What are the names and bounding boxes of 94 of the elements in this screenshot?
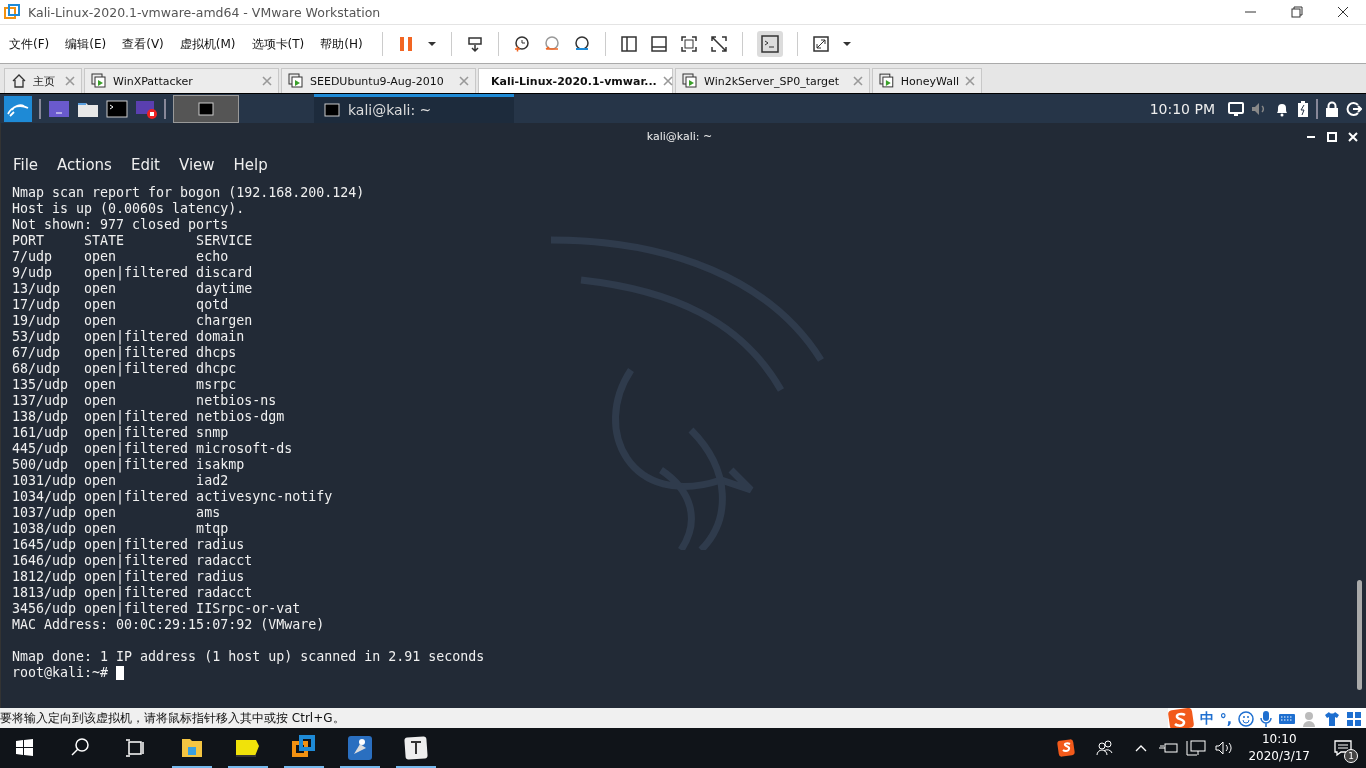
window-title: Kali-Linux-2020.1-vmware-amd64 - VMware Workstation [28,4,381,20]
tab[interactable]: HoneyWall [872,68,982,93]
menu-item[interactable]: 文件(F) [6,33,53,55]
unity-icon[interactable] [709,35,728,53]
terminal-icon [198,101,214,116]
terminal-icon[interactable] [756,31,783,57]
terminal-line: 7/udp open echo [12,249,230,265]
terminal-line: 1645/udp open|filtered radius [12,537,246,553]
revert-snapshot-icon[interactable] [542,35,561,53]
send-keys-icon[interactable] [465,35,484,53]
terminal-line: 53/udp open|filtered domain [12,329,246,345]
terminal-line: 445/udp open|filtered microsoft-ds [12,441,294,457]
vm-icon [91,73,107,89]
taskbar-window-button[interactable]: kali@kali: ~ [314,93,514,124]
terminal-line: 3456/udp open|filtered IISrpc-or-vat [12,601,302,617]
vm-icon [879,73,895,89]
terminal-prompt: root@kali:~# [12,665,109,681]
terminal-line: 67/udp open|filtered dhcps [12,345,238,361]
clock-date: 2020/3/17 [1248,748,1310,765]
status-message: 要将输入定向到该虚拟机，请将鼠标指针移入其中或按 Ctrl+G。 [0,709,345,727]
terminal-line: 1031/udp open iad2 [12,473,230,489]
app-logo-icon [4,4,20,20]
menu-item[interactable]: Actions [57,156,112,174]
ime-button[interactable]: °, [1219,711,1232,727]
menu-item[interactable]: File [13,156,39,174]
terminal-line: 1646/udp open|filtered radacct [12,553,254,569]
menu-item[interactable]: Edit [130,156,160,174]
tab[interactable]: Kali-Linux-2020.1-vmwar... [478,68,673,93]
stretch-icon[interactable] [811,35,830,53]
maximize-icon[interactable] [1327,131,1337,142]
logout-icon[interactable] [1346,100,1362,117]
window-title: kali@kali: ~ [646,130,713,143]
terminal-icon [324,103,340,117]
terminal-line: 161/udp open|filtered snmp [12,425,230,441]
clock-time: 10:10 [1261,731,1297,748]
battery-icon[interactable] [1297,100,1309,117]
tab[interactable]: SEEDUbuntu9-Aug-2010 [281,68,476,93]
terminal-line: 135/udp open msrpc [12,377,238,393]
terminal-line: 9/udp open|filtered discard [12,265,254,281]
terminal-line: MAC Address: 00:0C:29:15:07:92 (VMware) [12,617,326,633]
terminal-line: Nmap done: 1 IP address (1 host up) scanned in 2.91 seconds [12,649,486,665]
vm-icon [288,73,304,89]
snapshot-manager-icon[interactable] [572,35,591,53]
sogou-logo-icon[interactable] [1167,708,1194,730]
text-cursor [116,666,125,680]
tab[interactable]: Win2kServer_SP0_target [675,68,870,93]
terminal-line: 19/udp open chargen [12,313,254,329]
notification-badge: 1 [1344,749,1358,763]
clock: 10:10 PM [1149,100,1215,117]
terminal-line: 1812/udp open|filtered radius [12,569,246,585]
scrollbar-thumb[interactable] [1357,580,1362,690]
terminal-line: Not shown: 977 closed ports [12,217,230,233]
vm-icon [682,73,698,89]
tab[interactable]: WinXPattacker [84,68,279,93]
menu-item[interactable]: 帮助(H) [317,33,366,55]
menu-item[interactable]: View [178,156,215,174]
console-view-icon[interactable] [649,35,668,53]
menu-item[interactable]: 查看(V) [119,33,167,55]
terminal-line: 13/udp open daytime [12,281,254,297]
menu-item[interactable]: 选项卡(T) [248,33,308,55]
taskbar-window-button[interactable] [173,94,239,123]
microphone-icon[interactable] [1260,711,1272,727]
sidebar-icon[interactable] [619,35,638,53]
terminal-line: 137/udp open netbios-ns [12,393,278,409]
shirt-icon[interactable] [1324,711,1340,727]
terminal-line: 138/udp open|filtered netbios-dgm [12,409,286,425]
terminal-line: 68/udp open|filtered dhcpc [12,361,238,377]
terminal-icon[interactable] [106,98,128,119]
menu-item[interactable]: 虚拟机(M) [176,33,239,55]
terminal-line: 1813/udp open|filtered radacct [12,585,254,601]
desktop-icon[interactable] [48,98,70,119]
snapshot-icon[interactable] [512,35,531,53]
terminal-line: 1037/udp open ams [12,505,222,521]
keyboard-icon[interactable] [1278,712,1296,726]
terminal-line: PORT STATE SERVICE [12,233,254,249]
ime-button[interactable]: 中 [1199,710,1214,728]
terminal-line: Host is up (0.0060s latency). [12,201,246,217]
tab[interactable]: 主页 [4,68,82,93]
terminal-line: Nmap scan report for bogon (192.168.200.124) [12,185,366,201]
terminal-line: 500/udp open|filtered isakmp [12,457,246,473]
network-icon[interactable] [1185,738,1208,758]
grid-icon[interactable] [1346,711,1362,727]
notification-icon[interactable] [1333,738,1353,758]
smiley-icon[interactable] [1238,711,1254,727]
screen-recorder-icon[interactable] [135,98,157,119]
home-icon [11,73,27,89]
terminal-line: 1034/udp open|filtered activesync-notify [12,489,334,505]
terminal-line: 17/udp open qotd [12,297,230,313]
fullscreen-icon[interactable] [679,35,698,53]
lock-icon[interactable] [1325,100,1339,117]
display-icon[interactable] [1228,101,1244,116]
menu-item[interactable]: 编辑(E) [62,33,110,55]
menu-item[interactable]: Help [233,156,268,174]
terminal-line: 1038/udp open mtqp [12,521,230,537]
